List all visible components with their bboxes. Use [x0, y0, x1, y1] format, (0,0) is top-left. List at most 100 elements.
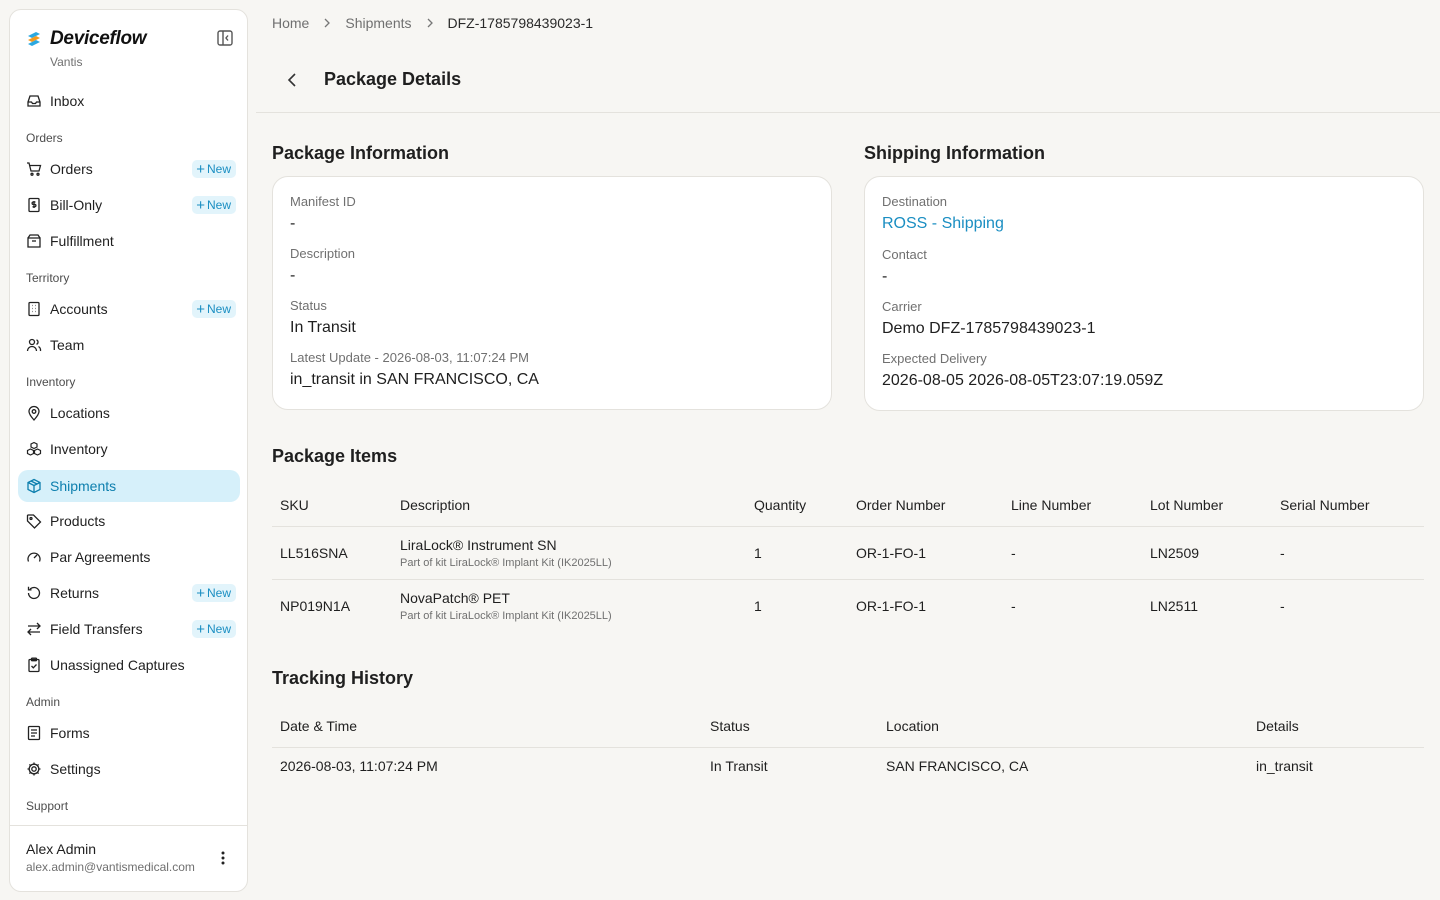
- breadcrumb-home[interactable]: Home: [272, 15, 309, 31]
- sidebar-item-orders[interactable]: Orders + New: [18, 153, 240, 185]
- latest-update-label: Latest Update - 2026-08-03, 11:07:24 PM: [290, 350, 529, 365]
- new-return-button[interactable]: + New: [192, 584, 236, 602]
- sidebar-item-fulfillment[interactable]: Fulfillment: [18, 225, 240, 257]
- table-header: SKU Description Quantity Order Number Li…: [272, 487, 1424, 527]
- tag-icon: [26, 513, 42, 529]
- app-name: Deviceflow: [50, 28, 147, 49]
- sidebar-item-forms[interactable]: Forms: [18, 717, 240, 749]
- org-name: Vantis: [50, 55, 83, 69]
- sidebar-item-unassigned-captures[interactable]: Unassigned Captures: [18, 649, 240, 681]
- sidebar-item-label: Shipments: [50, 478, 117, 494]
- shipping-info-card: Destination ROSS - Shipping Contact - Ca…: [864, 176, 1424, 411]
- status-value: In Transit: [290, 319, 356, 336]
- table-row[interactable]: LL516SNA LiraLock® Instrument SN Part of…: [272, 527, 1424, 580]
- sidebar-item-label: Unassigned Captures: [50, 657, 185, 673]
- user-name: Alex Admin: [26, 841, 97, 857]
- sidebar-item-label: Fulfillment: [50, 233, 114, 249]
- sidebar-item-returns[interactable]: Returns + New: [18, 577, 240, 609]
- new-account-button[interactable]: + New: [192, 300, 236, 318]
- cell-order-number: OR-1-FO-1: [856, 598, 926, 614]
- back-button[interactable]: [284, 68, 300, 92]
- sidebar: Deviceflow Vantis Inbox Orders Orders + N…: [9, 9, 248, 892]
- expected-delivery-value: 2026-08-05 2026-08-05T23:07:19.059Z: [882, 372, 1164, 389]
- cell-lot-number: LN2509: [1150, 545, 1200, 561]
- sidebar-item-shipments[interactable]: Shipments: [18, 470, 240, 502]
- table-row[interactable]: 2026-08-03, 11:07:24 PM In Transit SAN F…: [272, 748, 1424, 786]
- sidebar-item-inventory[interactable]: Inventory: [18, 433, 240, 465]
- gear-icon: [26, 761, 42, 777]
- manifest-id-value: -: [290, 215, 296, 232]
- cell-location: SAN FRANCISCO, CA: [886, 758, 1029, 774]
- user-footer: Alex Admin alex.admin@vantismedical.com: [10, 825, 247, 891]
- deviceflow-logo-icon: [28, 32, 40, 46]
- cell-sku: NP019N1A: [280, 598, 351, 614]
- sidebar-item-products[interactable]: Products: [18, 505, 240, 537]
- cell-sku: LL516SNA: [280, 545, 348, 561]
- breadcrumb-current: DFZ-1785798439023-1: [447, 15, 594, 31]
- more-vertical-icon: [221, 851, 225, 865]
- nav-section-inventory: Inventory: [26, 375, 76, 389]
- table-row[interactable]: NP019N1A NovaPatch® PET Part of kit Lira…: [272, 580, 1424, 633]
- sidebar-item-team[interactable]: Team: [18, 329, 240, 361]
- gauge-icon: [26, 549, 42, 565]
- page-header: Package Details: [256, 56, 1440, 113]
- boxes-icon: [26, 441, 42, 457]
- cell-kit: Part of kit LiraLock® Implant Kit (IK202…: [400, 557, 612, 569]
- sidebar-item-accounts[interactable]: Accounts + New: [18, 293, 240, 325]
- brand[interactable]: Deviceflow: [26, 28, 147, 50]
- sidebar-item-label: Par Agreements: [50, 549, 151, 565]
- sidebar-item-par-agreements[interactable]: Par Agreements: [18, 541, 240, 573]
- breadcrumb: Home Shipments DFZ-1785798439023-1: [272, 15, 593, 31]
- clipboard-check-icon: [26, 657, 42, 673]
- sidebar-item-label: Inbox: [50, 93, 85, 109]
- sidebar-item-label: Accounts: [50, 301, 108, 317]
- sidebar-item-label: Inventory: [50, 441, 108, 457]
- column-header-serial-number: Serial Number: [1280, 497, 1370, 513]
- box-open-icon: [26, 233, 42, 249]
- package-info-title: Package Information: [272, 143, 450, 163]
- contact-label: Contact: [882, 247, 927, 262]
- sidebar-collapse-button[interactable]: [215, 28, 235, 48]
- users-icon: [26, 337, 42, 353]
- shipping-info-title: Shipping Information: [864, 143, 1045, 163]
- nav-section-admin: Admin: [26, 695, 61, 709]
- sidebar-item-label: Team: [50, 337, 85, 353]
- table-header: Date & Time Status Location Details: [272, 708, 1424, 748]
- sidebar-item-locations[interactable]: Locations: [18, 397, 240, 429]
- chevron-right-icon: [426, 18, 434, 28]
- chevron-right-icon: [323, 18, 331, 28]
- description-value: -: [290, 267, 296, 284]
- nav-section-orders: Orders: [26, 131, 63, 145]
- new-field-transfer-button[interactable]: + New: [192, 620, 236, 638]
- breadcrumb-shipments[interactable]: Shipments: [345, 15, 411, 31]
- sidebar-item-settings[interactable]: Settings: [18, 753, 240, 785]
- cell-details: in_transit: [1256, 758, 1313, 774]
- nav-section-support: Support: [26, 799, 69, 813]
- new-order-button[interactable]: + New: [192, 160, 236, 178]
- cell-line-number: -: [1011, 545, 1016, 561]
- contact-value: -: [882, 268, 888, 285]
- new-bill-only-button[interactable]: + New: [192, 196, 236, 214]
- arrows-left-right-icon: [26, 621, 42, 637]
- column-header-status: Status: [710, 718, 750, 734]
- destination-link[interactable]: ROSS - Shipping: [882, 215, 1004, 233]
- file-text-icon: [26, 725, 42, 741]
- package-items-table: SKU Description Quantity Order Number Li…: [272, 487, 1424, 633]
- package-info-card: Manifest ID - Description - Status In Tr…: [272, 176, 832, 410]
- column-header-location: Location: [886, 718, 939, 734]
- cell-quantity: 1: [754, 598, 762, 614]
- sidebar-collapse-icon: [217, 30, 233, 46]
- sidebar-item-label: Field Transfers: [50, 621, 143, 637]
- cell-quantity: 1: [754, 545, 762, 561]
- column-header-sku: SKU: [280, 497, 309, 513]
- user-menu-button[interactable]: [213, 848, 233, 868]
- sidebar-item-field-transfers[interactable]: Field Transfers + New: [18, 613, 240, 645]
- column-header-details: Details: [1256, 718, 1299, 734]
- sidebar-item-bill-only[interactable]: Bill-Only + New: [18, 189, 240, 221]
- invoice-dollar-icon: [26, 197, 42, 213]
- cell-lot-number: LN2511: [1150, 598, 1199, 614]
- status-label: Status: [290, 298, 327, 313]
- column-header-quantity: Quantity: [754, 497, 807, 513]
- tracking-history-title: Tracking History: [272, 668, 414, 688]
- sidebar-item-inbox[interactable]: Inbox: [18, 85, 240, 117]
